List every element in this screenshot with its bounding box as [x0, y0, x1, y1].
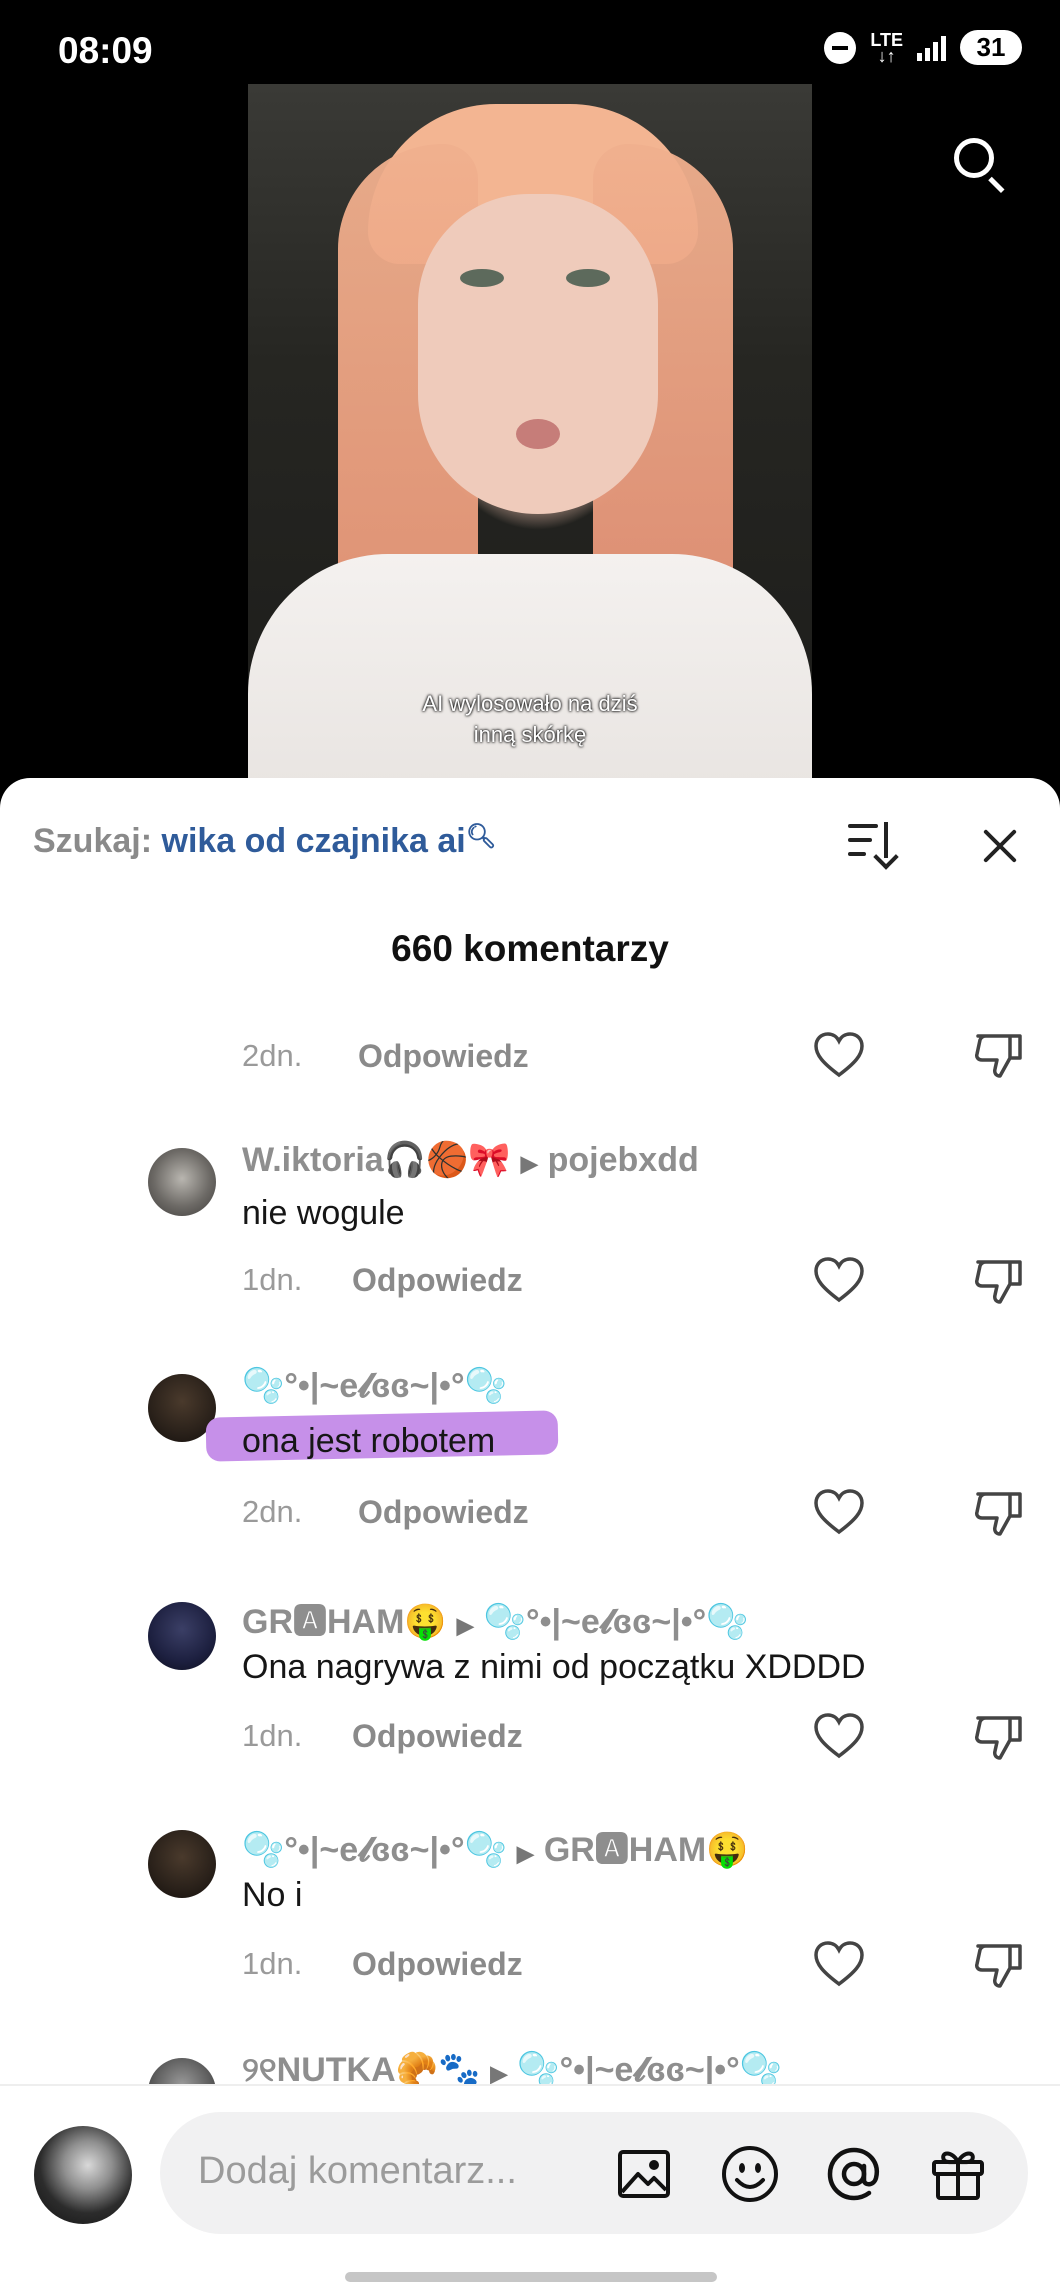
video-eye-left — [460, 269, 504, 287]
network-label: LTE — [870, 29, 903, 50]
avatar[interactable] — [148, 1830, 216, 1898]
comment-date: 1dn. — [242, 1718, 303, 1753]
heart-icon[interactable] — [813, 1712, 865, 1760]
reply-arrow-icon: ▶ — [490, 2061, 508, 2086]
dislike-icon[interactable] — [972, 1486, 1026, 1540]
video-caption-line2: inną skórkę — [473, 722, 587, 747]
do-not-disturb-icon — [824, 31, 857, 64]
video-eye-right — [566, 269, 610, 287]
comment-username[interactable]: GR🅰HAM🤑 ▶ 🫧°•|~e𝓵ɞɞ~|•°🫧 — [242, 1594, 749, 1643]
comment-author[interactable]: 🫧°•|~e𝓵ɞɞ~|•°🫧 — [242, 1831, 507, 1869]
heart-icon[interactable] — [813, 1488, 865, 1536]
comment-author[interactable]: GR🅰HAM🤑 — [242, 1603, 447, 1641]
dislike-icon[interactable] — [972, 1254, 1026, 1308]
dislike-icon[interactable] — [972, 1710, 1026, 1764]
video-mouth — [516, 419, 560, 449]
mention-icon[interactable] — [824, 2144, 884, 2204]
status-time: 08:09 — [58, 30, 153, 71]
comment-date: 2dn. — [242, 1494, 303, 1529]
heart-icon[interactable] — [813, 1031, 865, 1079]
search-label: Szukaj: — [33, 822, 153, 860]
comment-count: 660 komentarzy — [391, 928, 669, 969]
heart-icon[interactable] — [813, 1256, 865, 1304]
reply-to-user[interactable]: GR🅰HAM🤑 — [544, 1831, 749, 1869]
comment-input-bar: Dodaj komentarz... — [0, 2084, 1060, 2294]
network-type: LTE ↓↑ — [870, 29, 903, 66]
heart-icon[interactable] — [813, 1940, 865, 1988]
image-icon[interactable] — [614, 2144, 674, 2204]
comment-meta: 2dn. Odpowiedz — [242, 1492, 529, 1532]
emoji-icon[interactable] — [720, 2144, 780, 2204]
reply-button[interactable]: Odpowiedz — [352, 1946, 523, 1983]
avatar[interactable] — [148, 1148, 216, 1216]
search-icon[interactable] — [952, 136, 1005, 193]
comments-sheet: Szukaj: wika od czajnika ai🔍︎ 660 koment… — [0, 778, 1060, 2294]
reply-button[interactable]: Odpowiedz — [352, 1262, 523, 1299]
dislike-icon[interactable] — [972, 1028, 1026, 1082]
search-query[interactable]: wika od czajnika ai — [162, 822, 466, 860]
comment-input-placeholder[interactable]: Dodaj komentarz... — [198, 2150, 517, 2193]
comment-author[interactable]: 🫧°•|~e𝓵ɞɞ~|•°🫧 — [242, 1367, 507, 1405]
comment-text: No i — [242, 1876, 303, 1914]
battery-indicator: 31 — [960, 30, 1022, 65]
comment-username[interactable]: 🫧°•|~e𝓵ɞɞ~|•°🫧 ▶ GR🅰HAM🤑 — [242, 1822, 749, 1871]
comment-meta: 1dn. Odpowiedz — [242, 1944, 523, 1984]
signal-icon — [917, 35, 946, 61]
search-suggestion[interactable]: Szukaj: wika od czajnika ai🔍︎ — [33, 822, 496, 861]
comment-username[interactable]: W.iktoria🎧🏀🎀 ▶ pojebxdd — [242, 1140, 699, 1180]
reply-button[interactable]: Odpowiedz — [358, 1038, 529, 1075]
reply-button[interactable]: Odpowiedz — [352, 1718, 523, 1755]
reply-to-user[interactable]: 🫧°•|~e𝓵ɞɞ~|•°🫧 — [484, 1603, 749, 1641]
comment-date: 1dn. — [242, 1946, 303, 1981]
sort-icon[interactable] — [848, 820, 899, 870]
comment-date: 1dn. — [242, 1262, 303, 1297]
home-indicator[interactable] — [345, 2272, 717, 2282]
my-avatar[interactable] — [34, 2126, 132, 2224]
reply-arrow-icon: ▶ — [456, 1613, 474, 1638]
comment-text: nie wogule — [242, 1194, 405, 1232]
comment-author[interactable]: W.iktoria🎧🏀🎀 — [242, 1141, 511, 1179]
video-caption-line1: AI wylosowało na dziś — [422, 691, 638, 716]
comment-username[interactable]: 🫧°•|~e𝓵ɞɞ~|•°🫧 — [242, 1366, 507, 1406]
comment-meta-partial: 2dn. Odpowiedz — [242, 1036, 529, 1076]
video-player[interactable]: AI wylosowało na dziś inną skórkę — [248, 84, 812, 784]
dislike-icon[interactable] — [972, 1938, 1026, 1992]
status-icons: LTE ↓↑ 31 — [824, 30, 1022, 65]
video-face — [418, 194, 658, 514]
comment-input[interactable]: Dodaj komentarz... — [160, 2112, 1028, 2234]
close-icon[interactable] — [978, 824, 1022, 868]
avatar[interactable] — [148, 1602, 216, 1670]
comment-meta: 1dn. Odpowiedz — [242, 1260, 523, 1300]
video-caption: AI wylosowało na dziś inną skórkę — [248, 688, 812, 750]
comment-text: Ona nagrywa z nimi od początku XDDDD — [242, 1648, 866, 1686]
gift-icon[interactable] — [928, 2144, 988, 2204]
reply-button[interactable]: Odpowiedz — [358, 1494, 529, 1531]
reply-arrow-icon: ▶ — [520, 1151, 538, 1176]
comment-text: ona jest robotem — [242, 1422, 496, 1460]
search-query-icon: 🔍︎ — [465, 823, 497, 850]
comment-date: 2dn. — [242, 1038, 303, 1073]
screen: 08:09 LTE ↓↑ 31 AI wylosowało na dziś inn… — [0, 0, 1060, 2294]
reply-to-user[interactable]: pojebxdd — [548, 1141, 699, 1179]
comment-meta: 1dn. Odpowiedz — [242, 1716, 523, 1756]
reply-arrow-icon: ▶ — [516, 1841, 534, 1866]
